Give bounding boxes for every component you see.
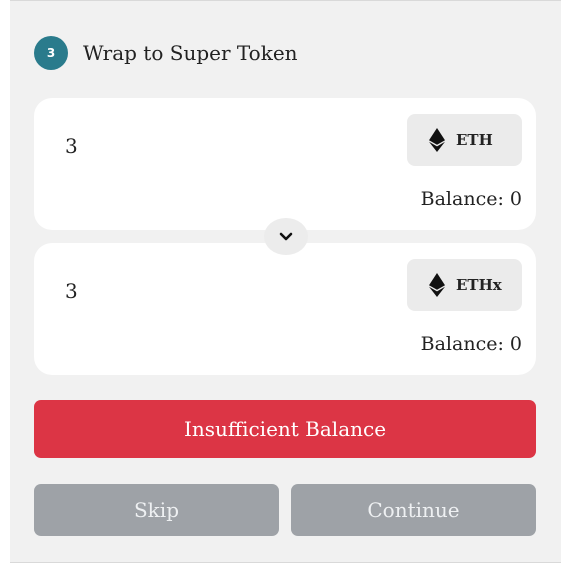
step-title: Wrap to Super Token xyxy=(83,41,298,65)
to-amount-input[interactable]: 3 xyxy=(65,279,78,303)
step-number-badge: 3 xyxy=(34,36,68,70)
from-token-symbol: ETH xyxy=(456,131,493,149)
to-token-symbol: ETHx xyxy=(456,276,502,294)
from-token-selector[interactable]: ETH xyxy=(407,114,522,166)
chevron-down-icon xyxy=(279,232,293,240)
wrap-panel: 3 Wrap to Super Token 3 ETH Balance: 0 3… xyxy=(10,0,561,563)
to-balance: Balance: 0 xyxy=(420,333,522,355)
from-amount-input[interactable]: 3 xyxy=(65,134,78,158)
skip-button[interactable]: Skip xyxy=(34,484,279,536)
swap-direction-button[interactable] xyxy=(264,218,308,255)
to-token-selector[interactable]: ETHx xyxy=(407,259,522,311)
insufficient-balance-button[interactable]: Insufficient Balance xyxy=(34,400,536,458)
ethereum-icon xyxy=(429,273,445,297)
step-header: 3 Wrap to Super Token xyxy=(34,34,298,72)
from-token-box: 3 ETH Balance: 0 xyxy=(34,98,536,230)
from-balance: Balance: 0 xyxy=(420,188,522,210)
continue-button[interactable]: Continue xyxy=(291,484,536,536)
to-token-box: 3 ETHx Balance: 0 xyxy=(34,243,536,375)
ethereum-icon xyxy=(429,128,445,152)
